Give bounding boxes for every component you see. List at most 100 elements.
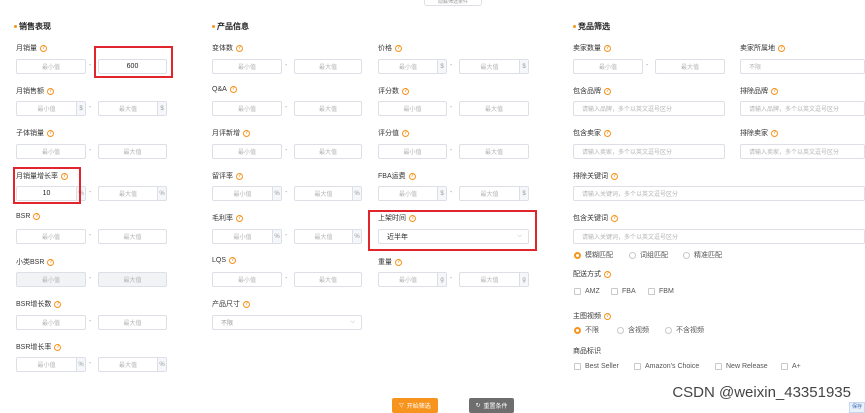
help-icon[interactable]: ? [604, 44, 611, 52]
video-without-radio[interactable]: 不含视频 [665, 325, 704, 335]
help-icon[interactable]: ? [771, 87, 778, 95]
gross-margin-max-input[interactable]: 最大值% [294, 229, 362, 244]
help-icon[interactable]: ? [54, 343, 62, 351]
seller-count-min-input[interactable]: 最小值 [573, 59, 643, 74]
help-icon[interactable]: ? [47, 129, 54, 137]
reset-button[interactable]: ↻ 重置条件 [469, 398, 514, 413]
product-size-select[interactable]: 不限 ⌵ [212, 315, 362, 330]
seller-location-select[interactable]: 不限 [740, 59, 865, 74]
start-filter-button[interactable]: ▽ 开始筛选 [392, 398, 438, 413]
help-icon[interactable]: ? [54, 300, 62, 308]
bsr-max-input[interactable]: 最大值 [98, 229, 167, 244]
label-lqs: LQS? [212, 257, 237, 264]
fulfillment-fba-checkbox[interactable]: FBA [611, 288, 636, 295]
monthly-revenue-max-input[interactable]: 最大值 $ [98, 101, 167, 116]
review-rate-min-input[interactable]: 最小值% [212, 186, 282, 201]
help-icon[interactable]: ? [236, 214, 243, 222]
weight-min-input[interactable]: 最小值 g [378, 272, 447, 287]
weight-max-input[interactable]: 最大值 g [459, 272, 529, 287]
help-icon[interactable]: ? [611, 172, 618, 180]
exclude-seller-input[interactable]: 请输入卖家，多个以英文逗号区分 [740, 144, 865, 159]
help-icon[interactable]: ? [40, 44, 47, 52]
review-count-max-input[interactable]: 最大值 [459, 101, 529, 116]
lqs-min-input[interactable]: 最小值 [212, 272, 282, 287]
badge-best-seller-checkbox[interactable]: Best Seller [574, 363, 619, 370]
include-brand-input[interactable]: 请输入品牌，多个以英文逗号区分 [573, 101, 725, 116]
fulfillment-fbm-checkbox[interactable]: FBM [648, 288, 674, 295]
section-dot-icon [212, 25, 215, 28]
fba-fee-max-input[interactable]: 最大值 $ [459, 186, 529, 201]
video-with-radio[interactable]: 含视频 [617, 325, 649, 335]
highlight-box-monthly-sales [94, 46, 173, 78]
review-count-min-input[interactable]: 最小值 [378, 101, 447, 116]
section-title-competitor: 竞品筛选 [573, 21, 610, 32]
help-icon[interactable]: ? [604, 270, 611, 278]
chevron-down-icon: ⌵ [350, 319, 355, 325]
rating-max-input[interactable]: 最大值 [459, 144, 529, 159]
label-price: 价格? [378, 44, 402, 52]
lqs-max-input[interactable]: 最大值 [294, 272, 362, 287]
video-any-radio[interactable]: 不限 [574, 325, 599, 335]
badge-new-release-checkbox[interactable]: New Release [715, 363, 768, 370]
help-icon[interactable]: ? [243, 300, 250, 308]
help-icon[interactable]: ? [604, 129, 611, 137]
bsr-growth-rate-min-input[interactable]: 最小值% [16, 357, 86, 372]
bsr-growth-count-min-input[interactable]: 最小值 [16, 315, 86, 330]
include-keyword-input[interactable]: 请输入关键词，多个以英文逗号区分 [573, 229, 865, 244]
include-seller-input[interactable]: 请输入卖家，多个以英文逗号区分 [573, 144, 725, 159]
sales-growth-max-input[interactable]: 最大值% [98, 186, 167, 201]
review-rate-max-input[interactable]: 最大值% [294, 186, 362, 201]
help-icon[interactable]: ? [243, 129, 250, 137]
gross-margin-min-input[interactable]: 最小值% [212, 229, 282, 244]
help-icon[interactable]: ? [402, 129, 409, 137]
badge-amazons-choice-checkbox[interactable]: Amazon's Choice [634, 363, 699, 370]
qa-max-input[interactable]: 最大值 [294, 101, 362, 116]
label-sub-bsr: 小类BSR? [16, 258, 55, 266]
monthly-revenue-min-input[interactable]: 最小值 $ [16, 101, 86, 116]
badge-a-plus-checkbox[interactable]: A+ [781, 363, 801, 370]
save-tag[interactable]: 保存 [849, 402, 865, 413]
help-icon[interactable]: ? [236, 172, 243, 180]
fba-fee-min-input[interactable]: 最小值 $ [378, 186, 447, 201]
variants-max-input[interactable]: 最大值 [294, 59, 362, 74]
match-fuzzy-radio[interactable]: 模糊匹配 [574, 250, 613, 260]
help-icon[interactable]: ? [33, 213, 41, 220]
help-icon[interactable]: ? [408, 172, 416, 180]
bsr-min-input[interactable]: 最小值 [16, 229, 86, 244]
help-icon[interactable]: ? [47, 87, 54, 95]
qa-min-input[interactable]: 最小值 [212, 101, 282, 116]
help-icon[interactable]: ? [236, 44, 243, 52]
help-icon[interactable]: ? [402, 87, 409, 95]
label-review-count: 评分数? [378, 87, 409, 95]
monthly-new-reviews-max-input[interactable]: 最大值 [294, 144, 362, 159]
help-icon[interactable]: ? [229, 257, 237, 264]
match-exact-radio[interactable]: 精准匹配 [683, 250, 722, 260]
price-max-input[interactable]: 最大值 $ [459, 59, 529, 74]
price-min-input[interactable]: 最小值 $ [378, 59, 447, 74]
rating-min-input[interactable]: 最小值 [378, 144, 447, 159]
help-icon[interactable]: ? [778, 44, 785, 52]
seller-count-max-input[interactable]: 最大值 [655, 59, 725, 74]
bsr-growth-rate-max-input[interactable]: 最大值% [98, 357, 167, 372]
exclude-brand-input[interactable]: 请输入品牌，多个以英文逗号区分 [740, 101, 865, 116]
exclude-keyword-input[interactable]: 请输入关键词，多个以英文逗号区分 [573, 186, 865, 201]
watermark: CSDN @weixin_43351935 [672, 384, 851, 401]
monthly-new-reviews-min-input[interactable]: 最小值 [212, 144, 282, 159]
help-icon[interactable]: ? [47, 258, 55, 266]
highlight-box-listing-time [368, 210, 537, 251]
help-icon[interactable]: ? [611, 214, 618, 222]
help-icon[interactable]: ? [604, 87, 611, 95]
hide-filters-tab[interactable]: 隐藏筛选条件 [424, 0, 482, 6]
sub-sales-min-input[interactable]: 最小值 [16, 144, 86, 159]
help-icon[interactable]: ? [771, 129, 778, 137]
match-phrase-radio[interactable]: 词组匹配 [629, 250, 668, 260]
help-icon[interactable]: ? [395, 258, 402, 266]
fulfillment-amz-checkbox[interactable]: AMZ [574, 288, 600, 295]
sub-sales-max-input[interactable]: 最大值 [98, 144, 167, 159]
bsr-growth-count-max-input[interactable]: 最大值 [98, 315, 167, 330]
monthly-sales-min-input[interactable]: 最小值 [16, 59, 86, 74]
help-icon[interactable]: ? [395, 44, 402, 52]
help-icon[interactable]: ? [604, 312, 611, 320]
help-icon[interactable]: ? [229, 86, 237, 93]
variants-min-input[interactable]: 最小值 [212, 59, 282, 74]
